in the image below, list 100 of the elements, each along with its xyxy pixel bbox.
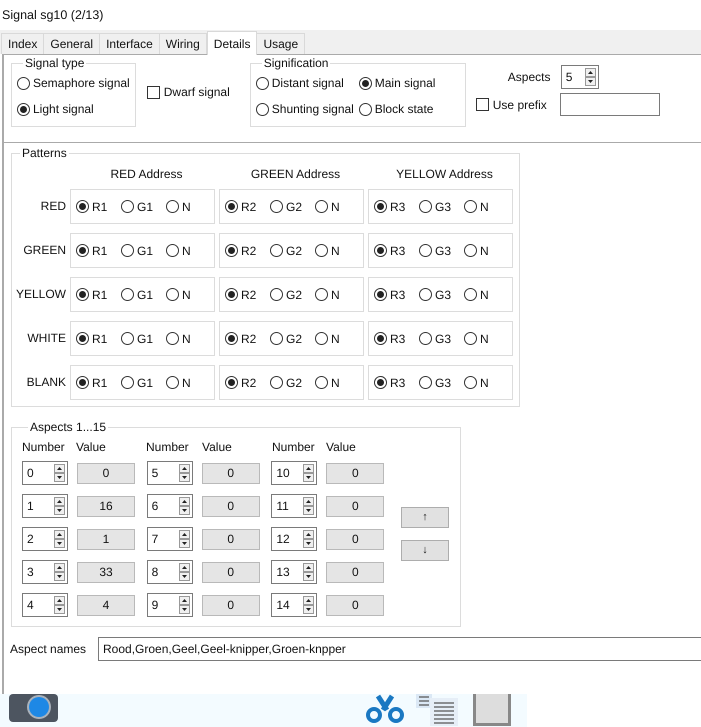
radio-button[interactable]: G2 [270, 286, 302, 304]
radio-button[interactable]: Shunting signal [256, 100, 359, 118]
spin-arrows-icon[interactable] [303, 464, 314, 482]
radio-button[interactable]: R1 [76, 330, 108, 348]
radio-button[interactable]: N [166, 286, 198, 304]
number-spinner[interactable]: 3 [22, 560, 68, 584]
radio-button[interactable]: R3 [374, 242, 406, 260]
arrow-button[interactable]: ↑ [401, 507, 449, 528]
arrow-button[interactable]: ↓ [401, 540, 449, 561]
radio-button[interactable]: G3 [419, 242, 451, 260]
number-spinner[interactable]: 2 [22, 527, 68, 551]
spin-arrows-icon[interactable] [178, 563, 190, 581]
radio-button[interactable]: R2 [225, 242, 257, 260]
spin-arrows-icon[interactable] [303, 530, 314, 548]
number-spinner[interactable]: 0 [22, 461, 68, 485]
spin-arrows-icon[interactable] [303, 563, 314, 581]
tab[interactable]: Wiring [158, 33, 207, 54]
spin-arrows-icon[interactable] [178, 497, 190, 515]
radio-button[interactable]: Semaphore signal [17, 74, 130, 92]
input-field[interactable] [560, 93, 660, 116]
input-field[interactable]: Rood,Groen,Geel,Geel-knipper,Groen-knpper [98, 637, 701, 661]
number-spinner[interactable]: 5 [146, 461, 193, 485]
row-label: RED [40, 198, 66, 215]
radio-button[interactable]: Distant signal [256, 74, 359, 92]
number-spinner[interactable]: 6 [146, 494, 193, 518]
radio-button[interactable]: G3 [419, 286, 451, 304]
spin-arrows-icon[interactable] [178, 530, 190, 548]
radio-button[interactable]: N [464, 374, 496, 392]
radio-button[interactable]: G2 [270, 330, 302, 348]
radio-button[interactable]: N [315, 374, 347, 392]
radio-button[interactable]: N [464, 242, 496, 260]
radio-button[interactable]: N [166, 242, 198, 260]
radio-button[interactable]: N [166, 374, 198, 392]
radio-button[interactable]: N [166, 198, 198, 216]
radio-button[interactable]: N [166, 330, 198, 348]
window-icon[interactable] [473, 694, 511, 726]
radio-button[interactable]: G1 [121, 374, 153, 392]
tab[interactable]: Details [206, 31, 258, 55]
radio-button[interactable]: R3 [374, 374, 406, 392]
spin-arrows-icon[interactable] [178, 464, 190, 482]
radio-button[interactable]: R2 [225, 374, 257, 392]
radio-button[interactable]: G1 [121, 286, 153, 304]
radio-button[interactable]: R1 [76, 374, 108, 392]
radio-button[interactable]: G2 [270, 242, 302, 260]
number-spinner[interactable]: 5 [560, 65, 599, 89]
radio-button[interactable]: R3 [374, 198, 406, 216]
radio-button[interactable]: G1 [121, 330, 153, 348]
number-spinner[interactable]: 14 [271, 593, 318, 617]
radio-button[interactable]: R1 [76, 198, 108, 216]
radio-button[interactable]: R3 [374, 330, 406, 348]
radio-button[interactable]: N [464, 198, 496, 216]
camera-icon[interactable] [9, 694, 58, 722]
number-spinner[interactable]: 13 [271, 560, 318, 584]
spin-arrows-icon[interactable] [54, 596, 65, 614]
spin-arrows-icon[interactable] [303, 596, 314, 614]
value-field: 1 [77, 528, 135, 550]
spin-arrows-icon[interactable] [54, 563, 65, 581]
radio-button[interactable]: G3 [419, 374, 451, 392]
radio-button[interactable]: G2 [270, 198, 302, 216]
number-spinner[interactable]: 1 [22, 494, 68, 518]
spin-arrows-icon[interactable] [54, 497, 65, 515]
radio-button[interactable]: N [464, 286, 496, 304]
radio-button[interactable]: R1 [76, 286, 108, 304]
radio-button[interactable]: Main signal [358, 74, 460, 92]
spin-arrows-icon[interactable] [584, 68, 596, 86]
radio-button[interactable]: N [315, 198, 347, 216]
group-title: Signal type [24, 57, 86, 69]
spin-arrows-icon[interactable] [303, 497, 314, 515]
radio-button[interactable]: Light signal [17, 100, 130, 118]
number-spinner[interactable]: 4 [22, 593, 68, 617]
scissors-icon[interactable] [364, 694, 406, 724]
radio-button[interactable]: R2 [225, 198, 257, 216]
document-lines-icon[interactable] [416, 694, 458, 726]
radio-button[interactable]: N [315, 286, 347, 304]
radio-button[interactable]: G3 [419, 198, 451, 216]
number-spinner[interactable]: 9 [146, 593, 193, 617]
radio-button[interactable]: R3 [374, 286, 406, 304]
radio-button[interactable]: N [315, 330, 347, 348]
radio-button[interactable]: G3 [419, 330, 451, 348]
spin-arrows-icon[interactable] [54, 530, 65, 548]
number-spinner[interactable]: 7 [146, 527, 193, 551]
radio-button[interactable]: R2 [225, 330, 257, 348]
number-spinner[interactable]: 12 [271, 527, 318, 551]
tab[interactable]: Usage [256, 33, 306, 54]
checkbox[interactable]: Dwarf signal [146, 83, 230, 101]
radio-button[interactable]: N [464, 330, 496, 348]
radio-button[interactable]: R2 [225, 286, 257, 304]
number-spinner[interactable]: 8 [146, 560, 193, 584]
number-spinner[interactable]: 10 [271, 461, 318, 485]
radio-button[interactable]: G2 [270, 374, 302, 392]
tab[interactable]: Index [1, 33, 44, 54]
checkbox[interactable]: Use prefix [476, 96, 560, 114]
radio-button[interactable]: Block state [358, 100, 460, 118]
number-spinner[interactable]: 11 [271, 494, 318, 518]
spin-arrows-icon[interactable] [178, 596, 190, 614]
spin-arrows-icon[interactable] [54, 464, 65, 482]
radio-button[interactable]: G1 [121, 198, 153, 216]
radio-button[interactable]: N [315, 242, 347, 260]
radio-button[interactable]: G1 [121, 242, 153, 260]
radio-button[interactable]: R1 [76, 242, 108, 260]
